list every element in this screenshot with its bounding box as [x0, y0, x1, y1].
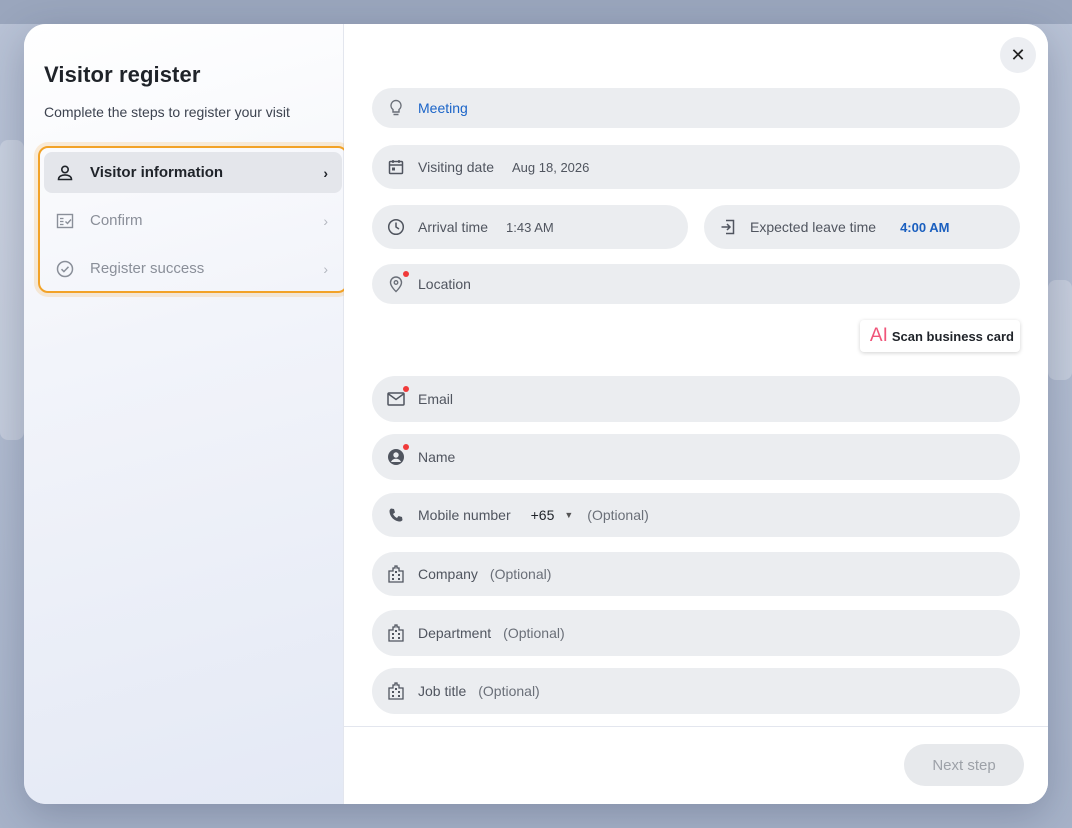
- location-pin-icon: [386, 271, 409, 294]
- country-code-value: +65: [530, 507, 555, 523]
- step-register-success[interactable]: Register success ›: [44, 248, 342, 289]
- exit-icon: [718, 217, 738, 237]
- next-step-button[interactable]: Next step: [904, 744, 1024, 786]
- required-indicator: [403, 386, 409, 392]
- step-confirm[interactable]: Confirm ›: [44, 200, 342, 241]
- required-indicator: [403, 271, 409, 277]
- department-optional: (Optional): [503, 625, 565, 641]
- calendar-icon: [386, 157, 406, 177]
- scan-business-card-button[interactable]: AI Scan business card: [859, 320, 1020, 352]
- checklist-icon: [56, 212, 74, 230]
- company-field[interactable]: Company (Optional): [372, 552, 1020, 596]
- visiting-date-label: Visiting date: [418, 159, 495, 175]
- step-visitor-information[interactable]: Visitor information ›: [44, 152, 342, 193]
- building-icon: [386, 623, 406, 643]
- dialog-subtitle: Complete the steps to register your visi…: [44, 104, 290, 120]
- email-field[interactable]: Email: [372, 376, 1020, 422]
- purpose-field[interactable]: Meeting: [372, 88, 1020, 128]
- country-code-select[interactable]: +65 ▼: [531, 507, 574, 523]
- company-optional: (Optional): [489, 566, 552, 582]
- visitor-register-dialog: Visitor register Complete the steps to r…: [24, 24, 1048, 804]
- caret-down-icon: ▼: [564, 510, 574, 520]
- chevron-right-icon: ›: [323, 164, 328, 181]
- job-title-optional: (Optional): [478, 683, 540, 699]
- location-field[interactable]: Location: [372, 264, 1020, 304]
- building-icon: [386, 564, 406, 584]
- visiting-date-field[interactable]: Visiting date Aug 18, 2026: [372, 145, 1020, 189]
- mobile-number-field[interactable]: Mobile number +65 ▼ (Optional): [372, 493, 1020, 537]
- department-field[interactable]: Department (Optional): [372, 610, 1020, 656]
- step-label: Visitor information: [90, 164, 224, 181]
- visiting-date-value: Aug 18, 2026: [512, 159, 590, 175]
- lightbulb-icon: [386, 98, 406, 118]
- mobile-number-input[interactable]: (Optional): [587, 507, 648, 523]
- purpose-value: Meeting: [418, 100, 468, 116]
- person-icon: [56, 164, 74, 182]
- leave-time-field[interactable]: Expected leave time 4:00 AM: [704, 205, 1020, 249]
- leave-time-value: 4:00 AM: [900, 219, 950, 235]
- background-blur: [1048, 280, 1072, 380]
- dialog-footer: Next step: [344, 726, 1048, 804]
- ai-icon: AI: [869, 325, 888, 346]
- background-header: [0, 0, 1072, 24]
- mail-icon: [386, 386, 409, 409]
- mobile-number-label: Mobile number: [418, 507, 511, 523]
- steps-panel: Visitor register Complete the steps to r…: [24, 24, 348, 804]
- close-icon: ✕: [1010, 44, 1026, 65]
- name-label: Name: [418, 449, 456, 465]
- required-indicator: [403, 444, 409, 450]
- background-blur: [0, 140, 24, 440]
- clock-icon: [386, 217, 406, 237]
- department-label: Department: [418, 625, 492, 641]
- arrival-time-value: 1:43 AM: [506, 219, 554, 235]
- leave-time-label: Expected leave time: [750, 219, 877, 235]
- form-panel: ✕ Meeting Visiting date Aug 18, 2026 Arr…: [344, 24, 1048, 804]
- step-label: Confirm: [90, 212, 143, 229]
- steps-list: Visitor information › Confirm › Register…: [38, 146, 348, 293]
- step-label: Register success: [90, 260, 205, 277]
- job-title-label: Job title: [418, 683, 467, 699]
- arrival-time-label: Arrival time: [418, 219, 489, 235]
- person-circle-icon: [386, 444, 409, 467]
- arrival-time-field[interactable]: Arrival time 1:43 AM: [372, 205, 688, 249]
- job-title-field[interactable]: Job title (Optional): [372, 668, 1020, 714]
- building-icon: [386, 681, 406, 701]
- scan-business-card-label: Scan business card: [891, 328, 1014, 344]
- close-button[interactable]: ✕: [1000, 37, 1036, 73]
- email-label: Email: [418, 391, 454, 407]
- name-field[interactable]: Name: [372, 434, 1020, 480]
- phone-icon: [386, 505, 406, 525]
- chevron-right-icon: ›: [323, 212, 328, 229]
- chevron-right-icon: ›: [323, 260, 328, 277]
- dialog-title: Visitor register: [44, 62, 201, 87]
- check-circle-icon: [56, 260, 74, 278]
- location-label: Location: [418, 276, 471, 292]
- company-label: Company: [418, 566, 478, 582]
